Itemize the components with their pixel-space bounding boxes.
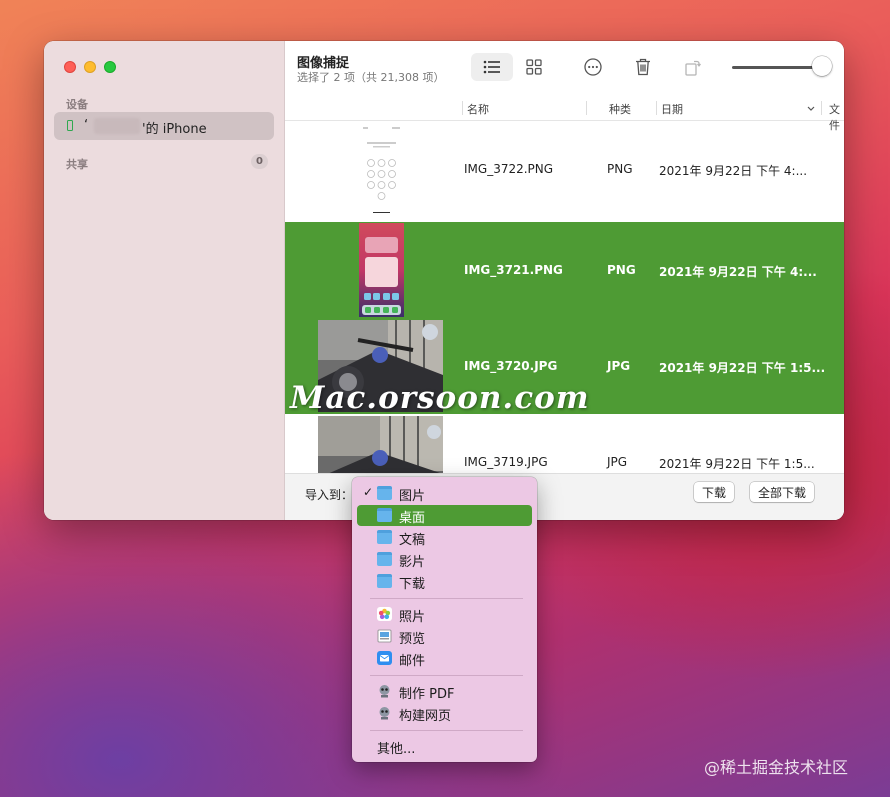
import-to-label: 导入到： (305, 488, 354, 502)
download-button[interactable]: 下载 (694, 482, 735, 502)
close-window-button[interactable] (64, 61, 76, 73)
row-file-date: 2021年 9月22日 下午 4:... (659, 265, 817, 279)
download-all-button[interactable]: 全部下载 (750, 482, 815, 502)
sidebar-section-devices: 设备 (66, 98, 88, 111)
menu-item-build-webpage[interactable]: 构建网页 (357, 703, 532, 724)
menu-item-other[interactable]: 其他... (357, 736, 532, 757)
menu-item-photos[interactable]: 照片 (357, 604, 532, 625)
watermark: Mac.orsoon.com (290, 380, 590, 416)
menu-item-label: 构建网页 (399, 709, 452, 724)
row-file-kind: PNG (607, 162, 633, 176)
folder-icon (377, 574, 392, 588)
menu-item-label: 制作 PDF (399, 687, 455, 702)
shared-count-badge: 0 (251, 154, 268, 169)
sidebar: 设备 ‘ '的 iPhone 共享 0 (44, 41, 285, 520)
column-separator (586, 101, 587, 115)
sidebar-device-prefix: ‘ (84, 118, 89, 133)
minimize-window-button[interactable] (84, 61, 96, 73)
row-file-kind: PNG (607, 263, 636, 277)
table-row[interactable]: IMG_3722.PNG PNG 2021年 9月22日 下午 4:... (285, 121, 844, 217)
menu-item-desktop[interactable]: 桌面 (357, 505, 532, 526)
folder-icon (377, 486, 392, 500)
main-pane: 图像捕捉 选择了 2 项（共 21,308 项） 名称 种类 日期 文件 IMG… (285, 41, 844, 520)
selection-summary: 选择了 2 项（共 21,308 项） (297, 71, 445, 84)
column-separator (656, 101, 657, 115)
menu-item-label: 图片 (399, 489, 426, 504)
menu-separator (370, 730, 523, 731)
photos-icon (377, 607, 392, 621)
column-header-date[interactable]: 日期 (661, 101, 683, 117)
folder-icon (377, 552, 392, 566)
checkmark: ✓ (363, 485, 374, 499)
row-file-kind: JPG (607, 359, 631, 373)
scooter-photo-thumbnail (318, 416, 443, 473)
row-file-name: IMG_3721.PNG (464, 263, 563, 277)
mail-icon (377, 651, 392, 665)
thumbnail-size-slider-knob[interactable] (812, 56, 832, 76)
iphone-icon (67, 120, 73, 131)
row-file-date: 2021年 9月22日 下午 4:... (659, 164, 808, 178)
sidebar-device-label: '的 iPhone (142, 122, 207, 137)
menu-item-label: 邮件 (399, 654, 426, 669)
column-header-name[interactable]: 名称 (467, 101, 489, 117)
preview-icon (377, 629, 392, 643)
homescreen-thumbnail (359, 223, 404, 317)
column-header-kind[interactable]: 种类 (609, 101, 631, 117)
menu-item-documents[interactable]: 文稿 (357, 527, 532, 548)
source-credit: @稀土掘金技术社区 (704, 758, 849, 777)
menu-separator (370, 675, 523, 676)
menu-item-mail[interactable]: 邮件 (357, 648, 532, 669)
automator-icon (379, 685, 390, 698)
more-actions-button[interactable] (581, 53, 605, 81)
zoom-window-button[interactable] (104, 61, 116, 73)
column-header: 名称 种类 日期 文件 (285, 97, 844, 132)
column-separator (462, 101, 463, 115)
sort-chevron-down-icon (807, 106, 815, 111)
sidebar-item-iphone[interactable]: ‘ '的 iPhone (54, 112, 274, 140)
menu-item-label: 其他... (377, 742, 416, 757)
image-capture-window: 设备 ‘ '的 iPhone 共享 0 图像捕捉 选择了 2 项（共 21,30… (44, 41, 844, 520)
delete-button[interactable] (631, 53, 655, 81)
row-file-name: IMG_3720.JPG (464, 359, 558, 373)
table-row[interactable]: IMG_3719.JPG JPG 2021年 9月22日 下午 1:5... (285, 414, 844, 473)
folder-icon (377, 508, 392, 522)
automator-icon (379, 707, 390, 720)
redacted-device-name (94, 118, 140, 134)
ellipsis-circle-icon (584, 58, 602, 76)
list-view-button[interactable] (471, 53, 513, 81)
folder-icon (377, 530, 392, 544)
table-row[interactable]: IMG_3721.PNG PNG 2021年 9月22日 下午 4:... (285, 222, 844, 318)
menu-item-pictures[interactable]: ✓ 图片 (357, 483, 532, 504)
grid-view-icon (526, 59, 542, 75)
menu-item-preview[interactable]: 预览 (357, 626, 532, 647)
menu-item-label: 下载 (399, 577, 426, 592)
menu-item-label: 照片 (399, 610, 426, 625)
menu-item-label: 文稿 (399, 533, 426, 548)
menu-item-downloads[interactable]: 下载 (357, 571, 532, 592)
row-file-date: 2021年 9月22日 下午 1:5... (659, 361, 826, 375)
menu-item-movies[interactable]: 影片 (357, 549, 532, 570)
menu-item-make-pdf[interactable]: 制作 PDF (357, 681, 532, 702)
menu-item-label: 桌面 (399, 511, 426, 526)
screenshot-thumbnail (359, 124, 404, 216)
row-file-name: IMG_3719.JPG (464, 455, 548, 469)
rotate-button[interactable] (681, 53, 705, 81)
trash-icon (636, 58, 650, 76)
rotate-icon (685, 60, 701, 76)
menu-item-label: 影片 (399, 555, 426, 570)
row-file-kind: JPG (607, 455, 628, 469)
column-separator (821, 101, 822, 115)
grid-view-button[interactable] (519, 53, 549, 81)
menu-separator (370, 598, 523, 599)
row-file-date: 2021年 9月22日 下午 1:5... (659, 457, 815, 471)
list-view-icon (483, 60, 500, 74)
row-file-name: IMG_3722.PNG (464, 162, 554, 176)
import-destination-menu: ✓ 图片 桌面 文稿 影片 下载 照片 预览 邮件 制作 PDF 构建网页 其他… (352, 477, 537, 762)
menu-item-label: 预览 (399, 632, 426, 647)
sidebar-section-shared: 共享 (66, 158, 88, 171)
